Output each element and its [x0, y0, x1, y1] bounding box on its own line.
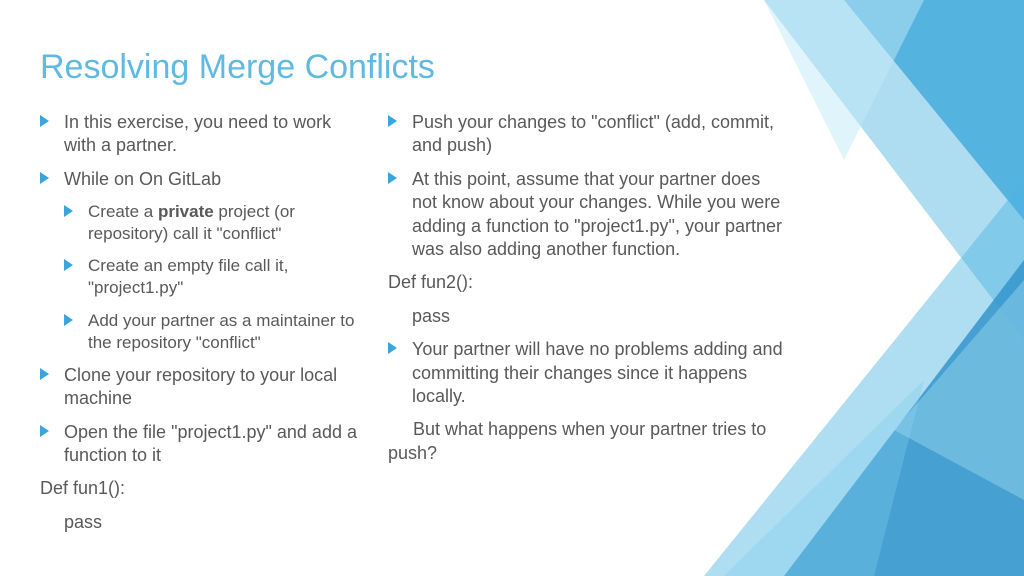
list-item: While on On GitLab — [40, 168, 360, 191]
triangle-bullet-icon — [40, 368, 49, 380]
code-line: pass — [388, 305, 788, 328]
triangle-bullet-icon — [388, 342, 397, 354]
item-text: While on On GitLab — [64, 169, 221, 189]
list-item-sub: Add your partner as a maintainer to the … — [64, 310, 360, 354]
left-column: In this exercise, you need to work with … — [40, 111, 360, 544]
list-item: Clone your repository to your local mach… — [40, 364, 360, 411]
question-text: But what happens when your partner tries… — [388, 418, 788, 465]
code-line: Def fun2(): — [388, 271, 788, 294]
triangle-bullet-icon — [40, 425, 49, 437]
item-text-bold: private — [158, 202, 214, 221]
list-item: Open the file "project1.py" and add a fu… — [40, 421, 360, 468]
item-text: In this exercise, you need to work with … — [64, 112, 331, 155]
triangle-bullet-icon — [64, 205, 73, 217]
triangle-bullet-icon — [388, 115, 397, 127]
list-item-sub: Create an empty file call it, "project1.… — [64, 255, 360, 299]
item-text: Push your changes to "conflict" (add, co… — [412, 112, 774, 155]
code-line: pass — [40, 511, 360, 534]
item-text: Your partner will have no problems addin… — [412, 339, 783, 406]
list-item: Your partner will have no problems addin… — [388, 338, 788, 408]
item-text-pre: Create a — [88, 202, 158, 221]
list-item-sub: Create a private project (or repository)… — [64, 201, 360, 245]
triangle-bullet-icon — [40, 115, 49, 127]
triangle-bullet-icon — [40, 172, 49, 184]
slide-title: Resolving Merge Conflicts — [40, 48, 984, 87]
item-text: Clone your repository to your local mach… — [64, 365, 337, 408]
triangle-bullet-icon — [64, 259, 73, 271]
triangle-bullet-icon — [388, 172, 397, 184]
code-line: Def fun1(): — [40, 477, 360, 500]
item-text: Add your partner as a maintainer to the … — [88, 311, 354, 352]
item-text: At this point, assume that your partner … — [412, 169, 782, 259]
list-item: Push your changes to "conflict" (add, co… — [388, 111, 788, 158]
item-text: Create an empty file call it, "project1.… — [88, 256, 288, 297]
list-item: At this point, assume that your partner … — [388, 168, 788, 262]
list-item: In this exercise, you need to work with … — [40, 111, 360, 158]
right-column: Push your changes to "conflict" (add, co… — [388, 111, 788, 544]
item-text: Open the file "project1.py" and add a fu… — [64, 422, 357, 465]
triangle-bullet-icon — [64, 314, 73, 326]
two-column-layout: In this exercise, you need to work with … — [40, 111, 984, 544]
